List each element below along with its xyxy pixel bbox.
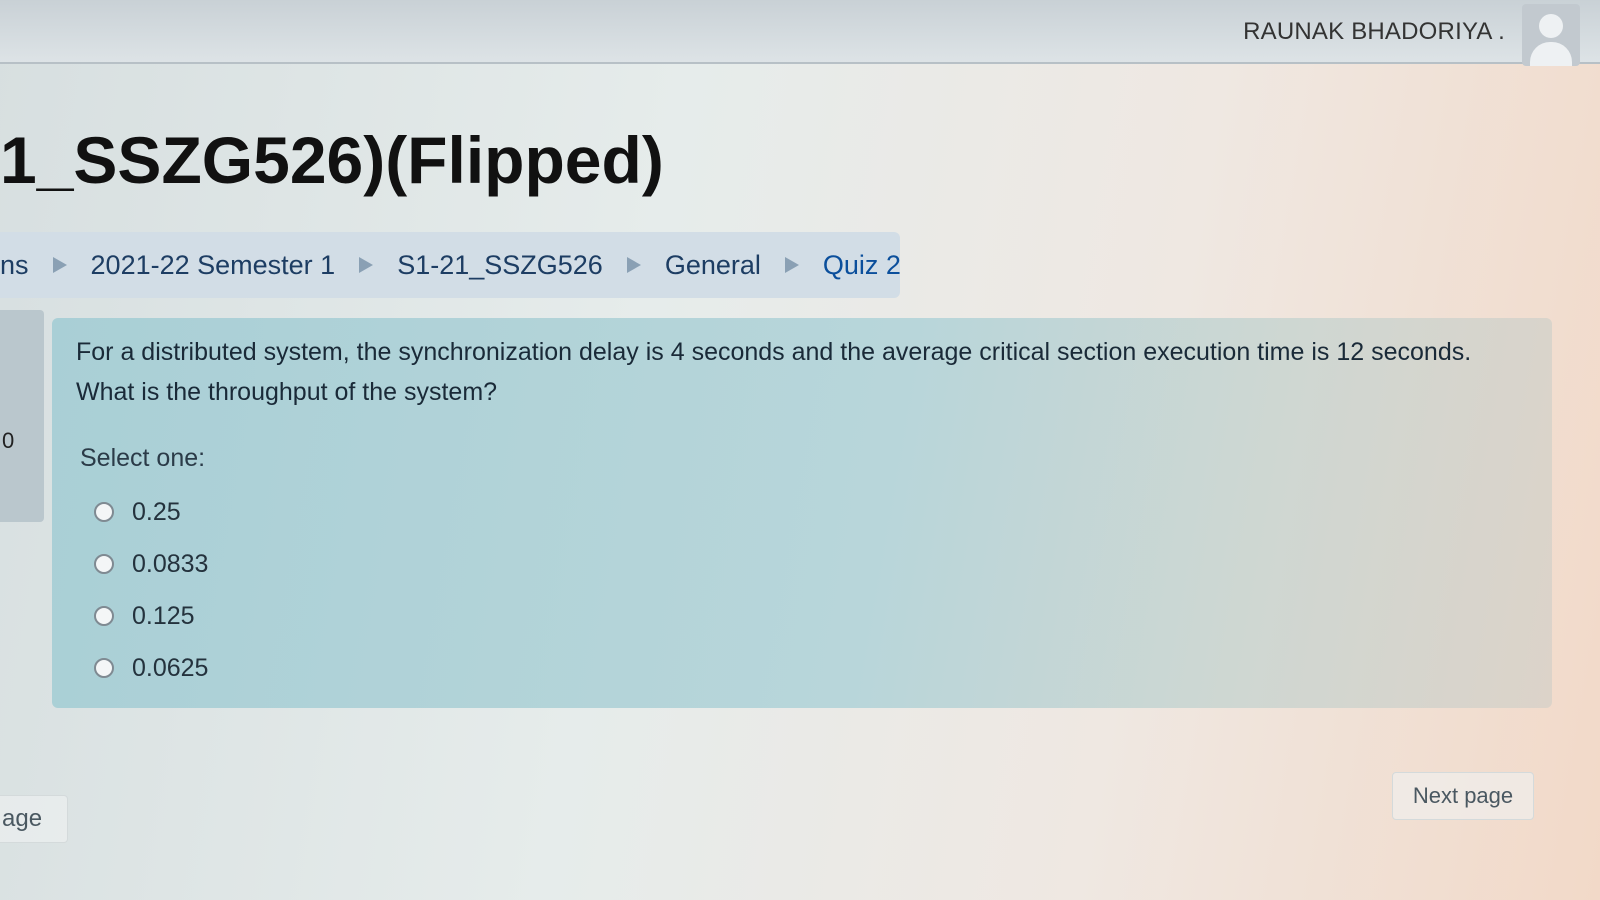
user-name[interactable]: RAUNAK BHADORIYA . xyxy=(1243,18,1505,46)
radio-button[interactable] xyxy=(94,554,114,574)
breadcrumb: ns 2021-22 Semester 1 S1-21_SSZG526 Gene… xyxy=(0,232,901,298)
next-page-button[interactable]: Next page xyxy=(1392,772,1534,820)
breadcrumb-item-quiz[interactable]: Quiz 2 xyxy=(823,250,901,281)
answer-option-label: 0.125 xyxy=(132,601,195,630)
answer-option-label: 0.25 xyxy=(132,497,181,526)
breadcrumb-separator-icon xyxy=(359,257,374,273)
breadcrumb-item-section[interactable]: General xyxy=(665,250,761,281)
select-one-label: Select one: xyxy=(80,444,206,472)
breadcrumb-separator-icon xyxy=(626,257,641,273)
avatar-head-shape xyxy=(1539,14,1563,38)
breadcrumb-separator-icon xyxy=(52,257,67,273)
answer-options: 0.25 0.0833 0.125 0.0625 xyxy=(94,486,208,694)
page-title: 1_SSZG526)(Flipped) xyxy=(0,123,664,197)
answer-option-label: 0.0625 xyxy=(132,653,209,682)
question-number: 0 xyxy=(2,428,15,453)
answer-option[interactable]: 0.0833 xyxy=(94,538,208,590)
breadcrumb-item-home[interactable]: ns xyxy=(0,250,29,281)
answer-option[interactable]: 0.25 xyxy=(94,486,208,538)
radio-button[interactable] xyxy=(94,606,114,626)
answer-option[interactable]: 0.0625 xyxy=(94,642,208,694)
breadcrumb-item-course[interactable]: S1-21_SSZG526 xyxy=(397,250,603,281)
top-navbar: RAUNAK BHADORIYA . xyxy=(0,0,1600,66)
radio-button[interactable] xyxy=(94,502,114,522)
question-text: For a distributed system, the synchroniz… xyxy=(76,338,1472,406)
answer-option[interactable]: 0.125 xyxy=(94,590,208,642)
avatar-shoulders-shape xyxy=(1530,42,1572,66)
breadcrumb-separator-icon xyxy=(784,257,799,273)
breadcrumb-item-semester[interactable]: 2021-22 Semester 1 xyxy=(91,250,336,281)
question-info-panel xyxy=(0,310,44,522)
previous-page-button[interactable]: age xyxy=(0,795,68,843)
question-card: For a distributed system, the synchroniz… xyxy=(52,318,1552,708)
answer-option-label: 0.0833 xyxy=(132,549,209,578)
radio-button[interactable] xyxy=(94,658,114,678)
user-avatar-icon[interactable] xyxy=(1522,4,1580,66)
